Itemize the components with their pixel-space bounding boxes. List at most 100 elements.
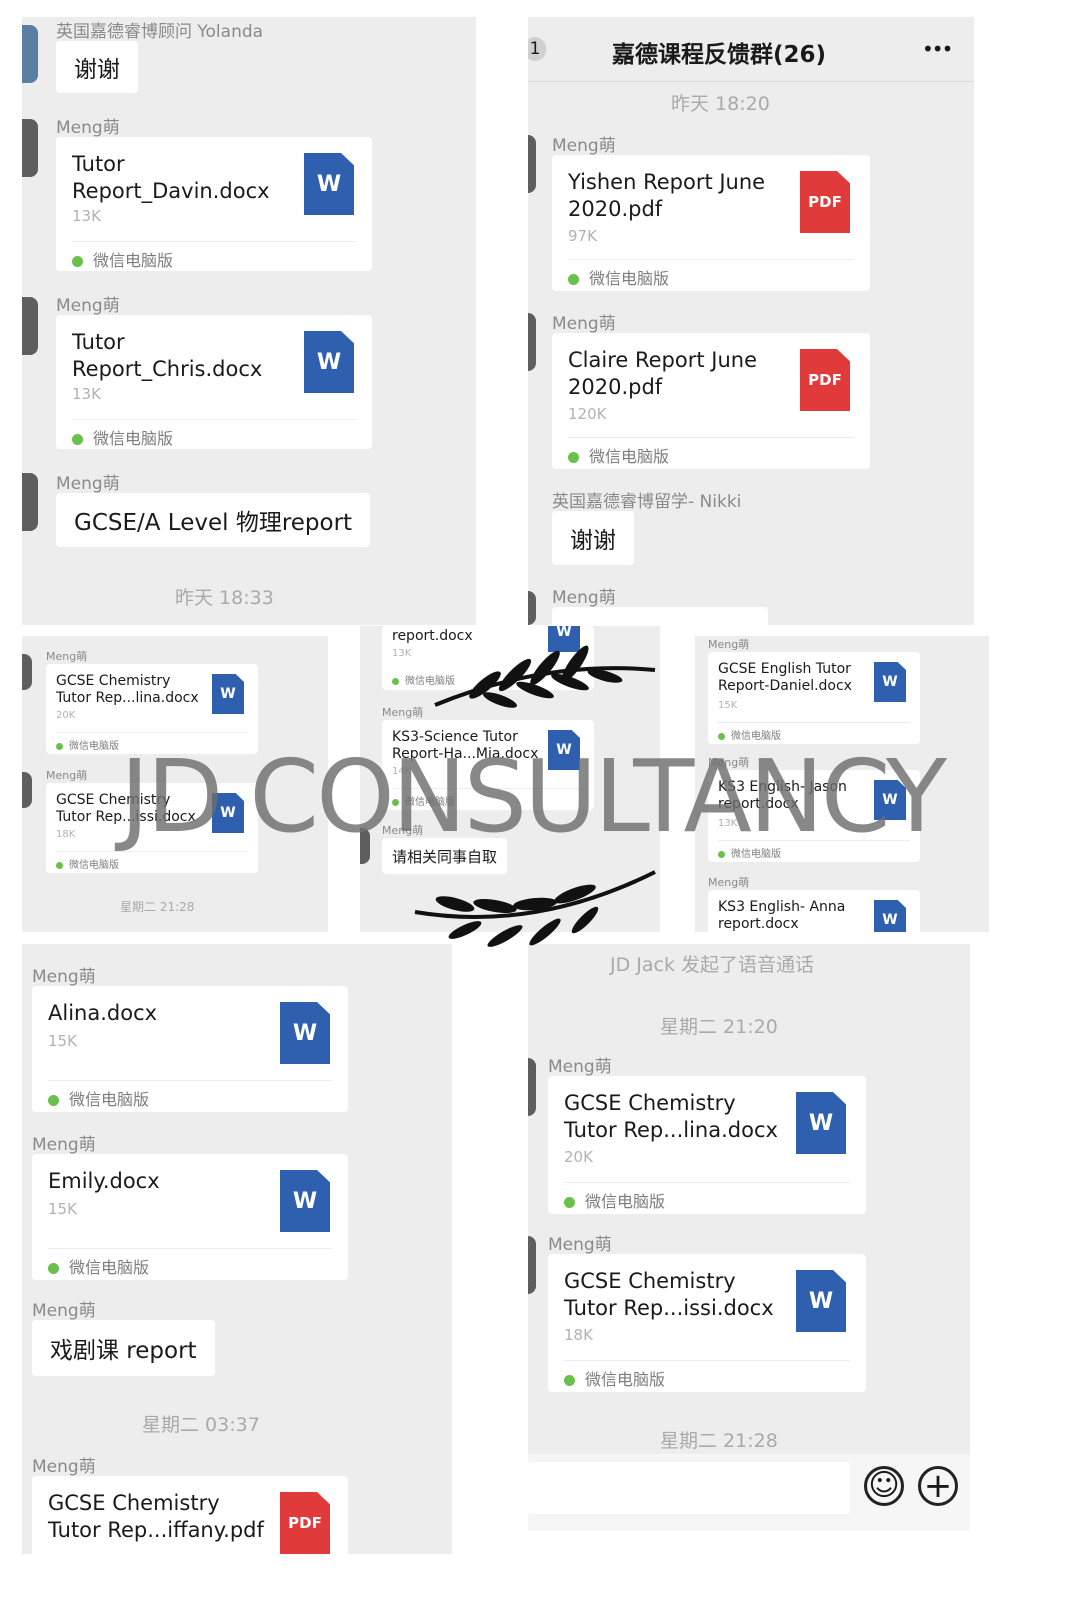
chat-panel-g: JD Jack 发起了语音通话 星期二 21:20 Meng萌 GCSE Che… [528, 944, 970, 1531]
file-message[interactable]: Tutor Report_Davin.docx 13K W 微信电脑版 [56, 137, 372, 271]
divider [564, 1360, 850, 1361]
file-message[interactable]: Yishen Report June 2020.pdf 97K PDF 微信电脑版 [552, 155, 870, 291]
file-name: KS3 English- Anna report.docx [718, 899, 846, 932]
sender-name: Meng萌 [552, 136, 616, 156]
word-file-icon: W [874, 662, 906, 702]
back-badge[interactable]: 1 [528, 37, 546, 61]
avatar[interactable] [22, 25, 38, 83]
timestamp: 星期二 21:28 [660, 1430, 778, 1452]
sender-name: Meng萌 [552, 314, 616, 334]
file-message[interactable]: Tutor Report_Chris.docx 13K W 微信电脑版 [56, 315, 372, 449]
timestamp: 星期二 03:37 [142, 1414, 260, 1436]
wechat-icon [564, 1375, 575, 1386]
emoji-icon[interactable]: ☺ [864, 1466, 904, 1506]
file-message[interactable]: GCSE Chemistry Tutor Rep...lina.docx 20K … [548, 1076, 866, 1214]
word-file-icon: W [796, 1270, 846, 1332]
wechat-icon [564, 1197, 575, 1208]
file-name: GCSE Chemistry Tutor Rep...issi.docx [564, 1269, 774, 1320]
wechat-icon [568, 274, 579, 285]
file-name: Tutor Report_Davin.docx [72, 152, 270, 203]
chat-panel-f: Meng萌 Alina.docx 15K W 微信电脑版 Meng萌 Emily… [22, 944, 452, 1554]
avatar[interactable] [528, 1236, 536, 1294]
wechat-icon [392, 678, 399, 685]
avatar[interactable] [22, 654, 32, 690]
file-message[interactable]: GCSE Chemistry Tutor Rep...iffany.pdf PDF [32, 1476, 348, 1554]
avatar[interactable] [22, 473, 38, 531]
avatar[interactable] [528, 1058, 536, 1116]
leaf-branch-top-icon [434, 645, 656, 708]
file-name: GCSE Chemistry Tutor Rep...iffany.pdf [48, 1491, 264, 1542]
sender-name: Meng萌 [46, 650, 88, 663]
file-name: GCSE Chemistry Tutor Rep...lina.docx [56, 673, 199, 706]
chat-panel-a: 英国嘉德睿博顾问 Yolanda 谢谢 Meng萌 Tutor Report_Da… [22, 17, 476, 625]
avatar[interactable] [528, 313, 536, 371]
divider [568, 259, 854, 260]
avatar[interactable] [22, 772, 32, 808]
file-message[interactable] [552, 607, 768, 625]
timestamp: 星期二 21:20 [660, 1016, 778, 1038]
more-icon[interactable]: ••• [922, 37, 953, 61]
sender-name: Meng萌 [32, 1135, 96, 1155]
chat-header: 1 嘉德课程反馈群(26) ••• [528, 17, 974, 82]
sender-name: Meng萌 [708, 638, 750, 651]
file-name: Alina.docx [48, 1001, 158, 1025]
word-file-icon: W [874, 900, 906, 932]
word-file-icon: W [304, 153, 354, 215]
file-size: 120K [568, 405, 607, 423]
message-bubble[interactable]: 谢谢 [552, 511, 634, 565]
sender-name: Meng萌 [32, 1301, 96, 1321]
source-label: 微信电脑版 [48, 1254, 149, 1278]
file-message[interactable]: Alina.docx 15K W 微信电脑版 [32, 986, 348, 1112]
message-input[interactable] [528, 1462, 850, 1514]
avatar[interactable] [22, 119, 38, 177]
avatar[interactable] [22, 297, 38, 355]
message-bubble[interactable]: 戏剧课 report [32, 1320, 215, 1376]
source-label: 微信电脑版 [564, 1188, 665, 1212]
message-bubble[interactable]: 谢谢 [56, 41, 138, 93]
source-label: 微信电脑版 [48, 1086, 149, 1110]
file-message[interactable]: Emily.docx 15K W 微信电脑版 [32, 1154, 348, 1280]
divider [564, 1182, 850, 1183]
sender-name: 英国嘉德睿博顾问 Yolanda [56, 22, 264, 42]
sender-name: Meng萌 [548, 1057, 612, 1077]
divider [48, 1080, 332, 1081]
divider [72, 419, 356, 420]
watermark-text: JD CONSULTANCY [120, 738, 947, 855]
message-bubble[interactable]: GCSE/A Level 物理report [56, 493, 371, 547]
file-message[interactable]: Claire Report June 2020.pdf 120K PDF 微信电脑… [552, 333, 870, 469]
wechat-icon [48, 1263, 59, 1274]
file-size: 18K [56, 829, 76, 840]
source-label: 微信电脑版 [72, 247, 173, 271]
source-label: 微信电脑版 [72, 425, 173, 449]
file-message[interactable]: GCSE Chemistry Tutor Rep...issi.docx 18K … [548, 1254, 866, 1392]
avatar[interactable] [528, 591, 536, 625]
file-name: Claire Report June 2020.pdf [568, 348, 757, 399]
file-size: 15K [48, 1200, 77, 1218]
divider [568, 437, 854, 438]
sender-name: Meng萌 [548, 1235, 612, 1255]
divider [718, 722, 910, 723]
source-label: 微信电脑版 [56, 737, 119, 752]
plus-icon[interactable]: + [918, 1466, 958, 1506]
file-name: Tutor Report_Chris.docx [72, 330, 263, 381]
sender-name: Meng萌 [46, 769, 88, 782]
divider [56, 732, 248, 733]
wechat-icon [72, 434, 83, 445]
file-name: Yishen Report June 2020.pdf [568, 170, 766, 221]
word-file-icon: W [212, 674, 244, 714]
file-name: GCSE Chemistry Tutor Rep...lina.docx [564, 1091, 778, 1142]
file-message[interactable]: KS3 English- Anna report.docx W [708, 890, 920, 932]
leaf-branch-bottom-icon [414, 870, 656, 947]
divider [48, 1248, 332, 1249]
chat-panel-b: 1 嘉德课程反馈群(26) ••• 昨天 18:20 Meng萌 Yishen … [528, 17, 974, 625]
sender-name: Meng萌 [56, 118, 120, 138]
file-message[interactable]: GCSE English Tutor Report-Daniel.docx 15K… [708, 652, 920, 744]
divider [72, 241, 356, 242]
word-file-icon: W [304, 331, 354, 393]
avatar[interactable] [528, 135, 536, 193]
wechat-icon [568, 452, 579, 463]
file-size: 15K [48, 1032, 77, 1050]
timestamp: 昨天 18:33 [175, 587, 274, 609]
sender-name: Meng萌 [382, 706, 424, 719]
word-file-icon: W [796, 1092, 846, 1154]
